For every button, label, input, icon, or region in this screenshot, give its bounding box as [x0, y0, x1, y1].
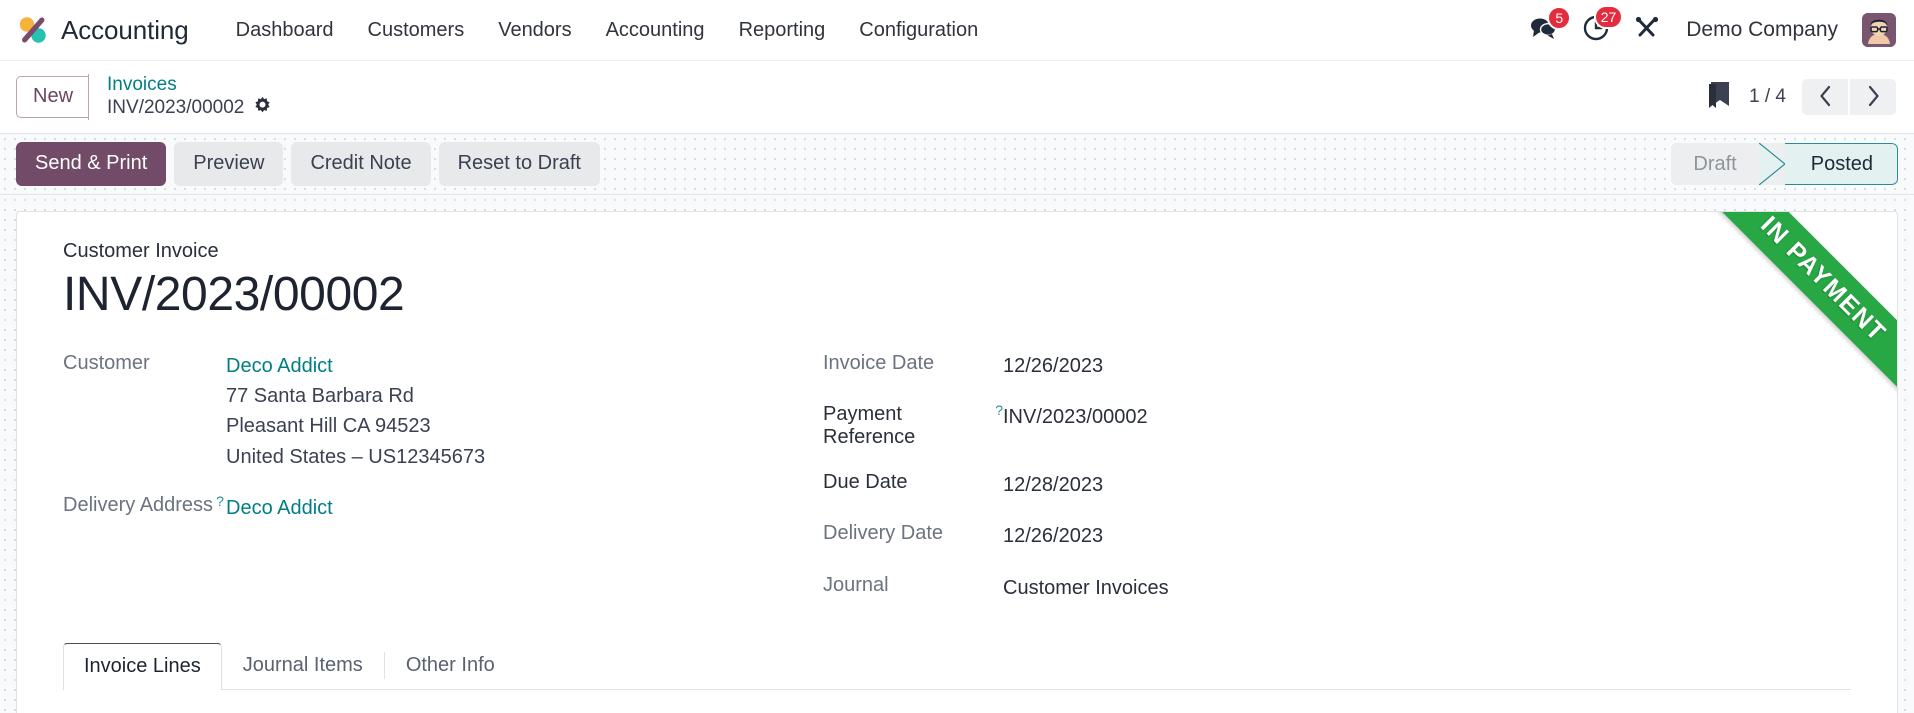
field-label-due-date: Due Date	[823, 471, 908, 494]
invoice-form-sheet: IN PAYMENT Customer Invoice INV/2023/000…	[16, 211, 1898, 713]
menu-item-accounting[interactable]: Accounting	[589, 13, 722, 48]
field-customer: Customer Deco Addict 77 Santa Barbara Rd…	[63, 351, 823, 473]
menu-item-vendors[interactable]: Vendors	[481, 13, 588, 48]
chevron-left-icon	[1818, 85, 1833, 110]
customer-address-line-3: United States – US12345673	[226, 445, 486, 468]
breadcrumb-bar: New Invoices INV/2023/00002 1 / 4	[0, 61, 1914, 134]
tab-other-info[interactable]: Other Info	[385, 642, 516, 689]
credit-note-button[interactable]: Credit Note	[291, 142, 431, 186]
action-buttons: Send & Print Preview Credit Note Reset t…	[16, 142, 600, 186]
menu-item-dashboard[interactable]: Dashboard	[219, 13, 351, 48]
field-label-delivery-date: Delivery Date	[823, 522, 944, 545]
top-navbar: Accounting Dashboard Customers Vendors A…	[0, 0, 1914, 61]
reset-to-draft-button[interactable]: Reset to Draft	[438, 142, 600, 186]
customer-address-line-1: 77 Santa Barbara Rd	[226, 385, 414, 408]
navbar-systray: 5 27 Demo Company	[1528, 4, 1896, 47]
menu-item-customers[interactable]: Customers	[351, 13, 482, 48]
field-due-date: Due Date 12/28/2023	[823, 470, 1851, 500]
messages-menu-button[interactable]: 5	[1528, 5, 1572, 46]
brand-home-link[interactable]: Accounting	[16, 13, 189, 47]
activities-menu-button[interactable]: 27	[1582, 4, 1624, 47]
notebook-tabs: Invoice Lines Journal Items Other Info	[63, 642, 1851, 691]
document-type-label: Customer Invoice	[63, 240, 219, 262]
breadcrumb: Invoices INV/2023/00002	[88, 74, 272, 120]
bookmark-flag-icon[interactable]	[1707, 80, 1733, 115]
breadcrumb-current-record: INV/2023/00002	[107, 97, 245, 118]
status-bar: Draft Posted	[1671, 143, 1898, 185]
field-value-customer: Deco Addict 77 Santa Barbara Rd Pleasant…	[226, 351, 485, 473]
customer-link[interactable]: Deco Addict	[226, 355, 333, 377]
activities-count-badge: 27	[1593, 4, 1624, 29]
help-icon[interactable]: ?	[216, 494, 224, 508]
field-delivery-date: Delivery Date 12/26/2023	[823, 521, 1851, 551]
form-sheet-background: IN PAYMENT Customer Invoice INV/2023/000…	[0, 195, 1914, 713]
breadcrumb-parent-invoices[interactable]: Invoices	[107, 74, 272, 96]
user-avatar-icon[interactable]	[1862, 13, 1896, 47]
tab-invoice-lines[interactable]: Invoice Lines	[63, 643, 222, 691]
invoice-fields-grid: Customer Deco Addict 77 Santa Barbara Rd…	[63, 351, 1851, 625]
field-delivery-address: Delivery Address ? Deco Addict	[63, 493, 823, 523]
field-invoice-date: Invoice Date 12/26/2023	[823, 351, 1851, 381]
field-label-delivery-address: Delivery Address ?	[63, 493, 226, 517]
chevron-right-icon	[1866, 85, 1881, 110]
field-label-customer: Customer	[63, 351, 150, 374]
record-pager: 1 / 4	[1707, 79, 1896, 115]
field-journal: Journal Customer Invoices	[823, 573, 1851, 603]
menu-item-reporting[interactable]: Reporting	[722, 13, 843, 48]
field-value-delivery-date[interactable]: 12/26/2023	[1003, 521, 1103, 551]
send-and-print-button[interactable]: Send & Print	[16, 142, 167, 186]
page-title: INV/2023/00002	[63, 268, 405, 321]
status-step-posted[interactable]: Posted	[1784, 143, 1898, 185]
status-arrow-divider	[1758, 143, 1785, 185]
invoice-left-column: Customer Deco Addict 77 Santa Barbara Rd…	[63, 351, 823, 625]
invoice-right-column: Invoice Date 12/26/2023 Payment Referenc…	[823, 351, 1851, 625]
field-value-payment-reference[interactable]: INV/2023/00002	[1003, 402, 1148, 432]
field-label-journal: Journal	[823, 573, 889, 596]
status-step-draft[interactable]: Draft	[1671, 143, 1758, 185]
brand-name: Accounting	[61, 14, 189, 45]
menu-item-configuration[interactable]: Configuration	[842, 13, 995, 48]
field-label-payment-reference: Payment Reference ?	[823, 402, 1003, 449]
tab-journal-items[interactable]: Journal Items	[222, 642, 384, 689]
delivery-address-link[interactable]: Deco Addict	[226, 497, 333, 519]
messages-count-badge: 5	[1547, 5, 1572, 30]
pager-next-button[interactable]	[1850, 79, 1896, 115]
new-record-button[interactable]: New	[16, 76, 90, 118]
field-value-invoice-date[interactable]: 12/26/2023	[1003, 351, 1103, 381]
customer-address-line-2: Pleasant Hill CA 94523	[226, 415, 431, 438]
control-panel: Send & Print Preview Credit Note Reset t…	[0, 134, 1914, 195]
preview-button[interactable]: Preview	[174, 142, 284, 186]
payment-reference-label-text: Payment Reference	[823, 403, 916, 449]
gear-icon[interactable]	[253, 96, 272, 120]
field-label-invoice-date: Invoice Date	[823, 351, 935, 374]
pager-value: 1 / 4	[1749, 86, 1786, 107]
pager-previous-button[interactable]	[1802, 79, 1848, 115]
field-value-due-date[interactable]: 12/28/2023	[1003, 470, 1103, 500]
main-menu: Dashboard Customers Vendors Accounting R…	[219, 13, 996, 48]
help-icon[interactable]: ?	[995, 403, 1003, 417]
company-switcher[interactable]: Demo Company	[1686, 18, 1838, 42]
field-payment-reference: Payment Reference ? INV/2023/00002	[823, 402, 1851, 449]
field-value-journal[interactable]: Customer Invoices	[1003, 573, 1169, 603]
odoo-logo-icon	[16, 13, 50, 47]
delivery-address-label-text: Delivery Address	[63, 494, 214, 517]
field-value-delivery-address: Deco Addict	[226, 493, 333, 523]
tools-icon[interactable]	[1634, 14, 1662, 47]
